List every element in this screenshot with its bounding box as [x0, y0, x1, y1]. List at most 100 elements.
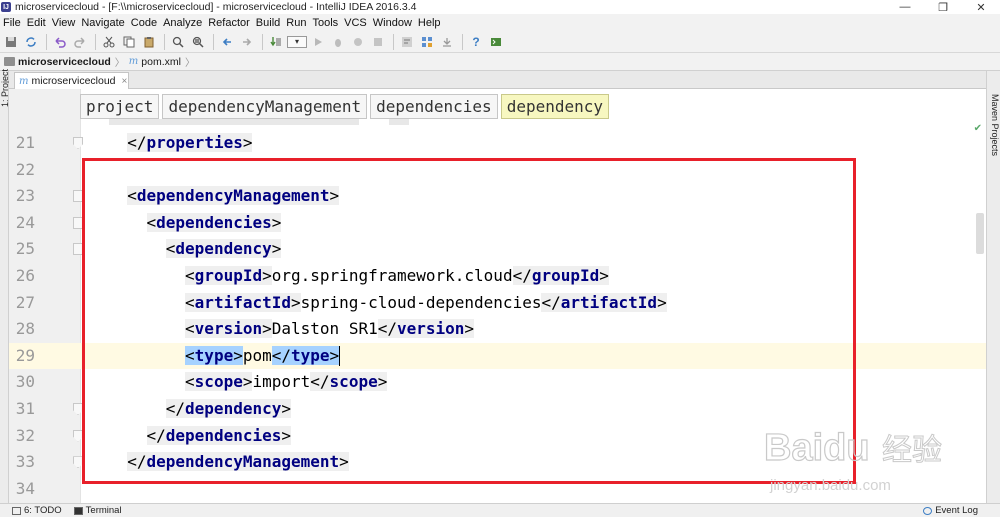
line-number[interactable]: 31 — [9, 396, 35, 422]
stop-icon[interactable] — [369, 33, 387, 51]
main-toolbar: ▾ ? — [0, 31, 1000, 53]
line-number[interactable]: 25 — [9, 236, 35, 262]
xml-tag: <dependency> — [165, 239, 282, 259]
fold-start-icon[interactable] — [73, 216, 83, 229]
code-line[interactable]: 27 <artifactId>spring-cloud-dependencies<… — [9, 290, 986, 316]
xml-tag: <groupId> — [185, 266, 272, 285]
run-icon[interactable] — [309, 33, 327, 51]
find-icon[interactable] — [169, 33, 187, 51]
fold-start-icon[interactable] — [73, 243, 83, 256]
menu-edit[interactable]: Edit — [24, 17, 49, 29]
run-config-combo[interactable]: ▾ — [287, 35, 307, 48]
terminal-tool-button[interactable]: Terminal — [73, 505, 122, 516]
toolbar-separator — [393, 33, 394, 50]
menu-file[interactable]: File — [0, 17, 24, 29]
sdk-icon[interactable] — [438, 33, 456, 51]
menu-code[interactable]: Code — [128, 17, 160, 29]
menu-tools[interactable]: Tools — [309, 17, 341, 29]
xml-tag: </dependency> — [165, 399, 291, 418]
event-log-button[interactable]: Event Log — [923, 505, 978, 516]
line-number[interactable]: 34 — [9, 476, 35, 502]
code-line[interactable]: 24 <dependencies> — [9, 210, 986, 236]
xml-tag: </groupId> — [512, 266, 609, 285]
fold-end-icon[interactable] — [73, 429, 83, 442]
event-log-label: Event Log — [935, 505, 978, 516]
maven-projects-tool-button[interactable]: Maven Projects — [990, 94, 1000, 156]
breadcrumb-project[interactable]: microservicecloud — [0, 56, 115, 68]
line-number[interactable]: 23 — [9, 183, 35, 209]
code-line[interactable]: 31 </dependency> — [9, 396, 986, 422]
line-number[interactable]: 29 — [9, 343, 35, 369]
paste-icon[interactable] — [140, 33, 158, 51]
save-icon[interactable] — [2, 33, 20, 51]
text-caret — [339, 346, 341, 367]
breadcrumb-file-label: pom.xml — [141, 55, 181, 68]
tag-crumb-dependencies[interactable]: dependencies — [370, 94, 498, 119]
debug-icon[interactable] — [329, 33, 347, 51]
menu-view[interactable]: View — [49, 17, 79, 29]
project-structure-icon[interactable] — [418, 33, 436, 51]
tag-crumb-project[interactable]: project — [80, 94, 160, 119]
line-number[interactable]: 32 — [9, 423, 35, 449]
fold-start-icon[interactable] — [73, 190, 83, 203]
menu-navigate[interactable]: Navigate — [78, 17, 127, 29]
code-line[interactable]: 29 <type>pom</type> — [9, 342, 986, 369]
close-icon[interactable]: × — [122, 76, 128, 87]
editor-scrollbar-thumb[interactable] — [976, 213, 984, 254]
tag-crumb-dependencymanagement[interactable]: dependencyManagement — [162, 94, 368, 119]
vcs-icon[interactable] — [398, 33, 416, 51]
code-line[interactable]: 22 — [9, 157, 986, 183]
line-number[interactable]: 24 — [9, 210, 35, 236]
redo-icon[interactable] — [71, 33, 89, 51]
undo-icon[interactable] — [51, 33, 69, 51]
line-number[interactable]: 22 — [9, 157, 35, 183]
menu-run[interactable]: Run — [283, 17, 309, 29]
line-number[interactable]: 30 — [9, 369, 35, 395]
code-line[interactable]: 34 — [9, 476, 986, 502]
code-line[interactable]: 26 <groupId>org.springframework.cloud</gr… — [9, 263, 986, 289]
code-line[interactable]: 25 <dependency> — [9, 236, 986, 262]
menu-window[interactable]: Window — [370, 17, 415, 29]
breadcrumb-file[interactable]: m pom.xml — [125, 56, 185, 68]
restore-button[interactable]: ❐ — [924, 0, 962, 14]
copy-icon[interactable] — [120, 33, 138, 51]
fold-end-icon[interactable] — [73, 403, 83, 415]
xml-tag-breadcrumbs: project dependencyManagement dependencies d… — [80, 94, 612, 119]
coverage-icon[interactable] — [349, 33, 367, 51]
minimize-button[interactable]: — — [886, 0, 924, 14]
code-text: <dependencyManagement> — [127, 183, 340, 209]
menu-analyze[interactable]: Analyze — [160, 17, 205, 29]
xml-tag-name: dependencyManagement — [146, 452, 340, 472]
back-icon[interactable] — [218, 33, 236, 51]
code-line[interactable]: 33 </dependencyManagement> — [9, 449, 986, 475]
close-button[interactable]: ✕ — [962, 0, 1000, 14]
menu-refactor[interactable]: Refactor — [205, 17, 253, 29]
replace-icon[interactable] — [189, 33, 207, 51]
editor-tab[interactable]: m microservicecloud × — [14, 72, 129, 89]
help-icon[interactable]: ? — [467, 33, 485, 51]
menu-build[interactable]: Build — [253, 17, 283, 29]
line-number[interactable]: 21 — [9, 130, 35, 156]
menu-vcs[interactable]: VCS — [341, 17, 370, 29]
line-number[interactable]: 27 — [9, 290, 35, 316]
todo-tool-button[interactable]: 6: TODO — [12, 505, 62, 516]
sync-icon[interactable] — [22, 33, 40, 51]
code-line[interactable]: 23 <dependencyManagement> — [9, 183, 986, 209]
line-number[interactable]: 33 — [9, 449, 35, 475]
code-line[interactable]: 30 <scope>import</scope> — [9, 369, 986, 395]
xml-tag-name: version — [194, 319, 263, 339]
code-line[interactable]: 21 </properties> — [9, 130, 986, 156]
line-number[interactable]: 26 — [9, 263, 35, 289]
tag-crumb-dependency[interactable]: dependency — [500, 94, 610, 119]
code-line[interactable]: 28 <version>Dalston SR1</version> — [9, 316, 986, 342]
code-editor[interactable]: project dependencyManagement dependencies d… — [9, 89, 986, 503]
fold-end-icon[interactable] — [73, 456, 83, 469]
build-icon[interactable] — [267, 33, 285, 51]
code-line[interactable]: 32 </dependencies> — [9, 423, 986, 449]
forward-icon[interactable] — [238, 33, 256, 51]
fold-end-icon[interactable] — [73, 137, 83, 149]
menu-help[interactable]: Help — [415, 17, 444, 29]
terminal-icon[interactable] — [487, 33, 505, 51]
cut-icon[interactable] — [100, 33, 118, 51]
line-number[interactable]: 28 — [9, 316, 35, 342]
